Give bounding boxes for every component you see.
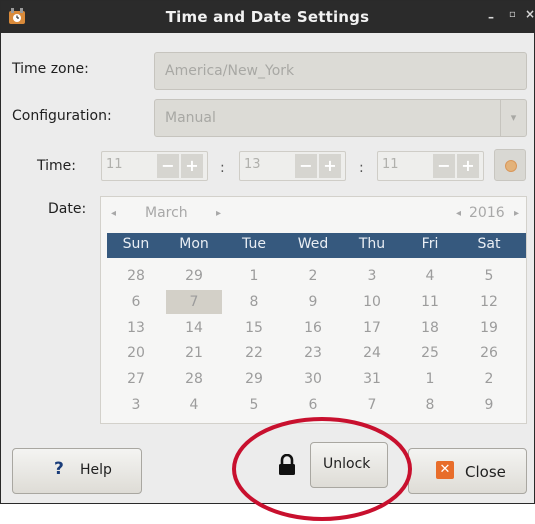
help-button[interactable]: ? Help [12,448,142,494]
calendar-day[interactable]: 1 [401,369,459,389]
calendar-day[interactable]: 18 [401,318,459,338]
minimize-button[interactable]: – [488,10,494,24]
calendar-day[interactable]: 20 [107,343,165,363]
weekday-label: Sat [477,236,501,252]
weekday-label: Mon [179,236,209,252]
calendar-day[interactable]: 5 [225,395,283,415]
calendar-day[interactable]: 29 [225,369,283,389]
calendar-day[interactable]: 22 [225,343,283,363]
window-close-button[interactable]: × [525,7,535,21]
calendar[interactable]: ◂ March ▸ ◂ 2016 ▸ Sun Mon Tue Wed Thu F… [100,196,527,424]
timezone-field[interactable]: America/New_York [154,52,527,90]
lock-icon [279,454,295,475]
chevron-down-icon[interactable]: ▾ [500,100,526,136]
calendar-day[interactable]: 6 [284,395,342,415]
weekday-label: Tue [242,236,266,252]
hour-decrement-button[interactable]: − [157,154,179,178]
calendar-day[interactable]: 29 [165,266,223,286]
next-month-icon[interactable]: ▸ [216,208,221,219]
calendar-day[interactable]: 10 [343,292,401,312]
calendar-day[interactable]: 30 [284,369,342,389]
weekday-label: Thu [358,236,386,252]
weekday-label: Wed [297,236,329,252]
next-year-icon[interactable]: ▸ [514,208,519,219]
calendar-day[interactable]: 21 [165,343,223,363]
calendar-day[interactable]: 4 [165,395,223,415]
hour-spinner[interactable]: 11 − + [101,151,208,181]
calendar-day[interactable]: 19 [460,318,518,338]
minute-decrement-button[interactable]: − [295,154,317,178]
calendar-day[interactable]: 8 [401,395,459,415]
prev-month-icon[interactable]: ◂ [111,208,116,219]
calendar-day[interactable]: 8 [225,292,283,312]
calendar-day[interactable]: 28 [107,266,165,286]
calendar-day[interactable]: 27 [107,369,165,389]
timezone-label: Time zone: [12,61,89,77]
date-label: Date: [48,201,87,217]
calendar-day[interactable]: 3 [107,395,165,415]
refresh-icon [505,160,517,172]
close-button[interactable]: ✕ Close [408,448,527,494]
calendar-day[interactable]: 3 [343,266,401,286]
unlock-button[interactable]: Unlock [310,442,388,488]
calendar-day[interactable]: 17 [343,318,401,338]
calendar-day[interactable]: 1 [225,266,283,286]
configuration-label: Configuration: [12,108,112,124]
calendar-day[interactable]: 14 [165,318,223,338]
calendar-day-selected[interactable]: 7 [166,290,222,314]
time-separator: : [359,160,364,176]
configuration-dropdown[interactable]: Manual ▾ [154,99,527,137]
second-decrement-button[interactable]: − [433,154,455,178]
calendar-day[interactable]: 4 [401,266,459,286]
calendar-day[interactable]: 6 [107,292,165,312]
calendar-day[interactable]: 24 [343,343,401,363]
weekday-label: Sun [122,236,150,252]
sync-time-button[interactable] [494,149,526,181]
calendar-day[interactable]: 25 [401,343,459,363]
calendar-day[interactable]: 2 [460,369,518,389]
title-bar: Time and Date Settings – ▫ × [1,1,535,33]
help-icon: ? [54,459,64,479]
unlock-label: Unlock [323,456,371,472]
calendar-day[interactable]: 16 [284,318,342,338]
calendar-day[interactable]: 5 [460,266,518,286]
calendar-day[interactable]: 9 [460,395,518,415]
calendar-day[interactable]: 2 [284,266,342,286]
calendar-day[interactable]: 23 [284,343,342,363]
second-spinner[interactable]: 11 − + [377,151,484,181]
hour-increment-button[interactable]: + [181,154,203,178]
minute-value[interactable]: 13 [244,157,261,172]
calendar-day[interactable]: 26 [460,343,518,363]
calendar-day[interactable]: 28 [165,369,223,389]
settings-window: Time and Date Settings – ▫ × Time zone: … [0,0,535,521]
prev-year-icon[interactable]: ◂ [456,208,461,219]
hour-value[interactable]: 11 [106,157,123,172]
close-label: Close [465,463,506,481]
calendar-day[interactable]: 13 [107,318,165,338]
calendar-day[interactable]: 7 [343,395,401,415]
calendar-day[interactable]: 11 [401,292,459,312]
help-label: Help [80,462,112,478]
time-label: Time: [37,158,76,174]
second-increment-button[interactable]: + [457,154,479,178]
minute-spinner[interactable]: 13 − + [239,151,346,181]
window-title: Time and Date Settings [165,8,370,26]
maximize-button[interactable]: ▫ [509,9,516,20]
close-icon: ✕ [436,461,454,479]
configuration-value: Manual [165,110,216,126]
calendar-day[interactable]: 12 [460,292,518,312]
minute-increment-button[interactable]: + [319,154,341,178]
time-separator: : [220,160,225,176]
calendar-day[interactable]: 31 [343,369,401,389]
calendar-day[interactable]: 15 [225,318,283,338]
second-value[interactable]: 11 [382,157,399,172]
year-label: 2016 [469,205,505,221]
weekday-header: Sun Mon Tue Wed Thu Fri Sat [107,233,526,258]
calendar-day[interactable]: 9 [284,292,342,312]
weekday-label: Fri [421,236,439,252]
month-label: March [145,205,188,221]
